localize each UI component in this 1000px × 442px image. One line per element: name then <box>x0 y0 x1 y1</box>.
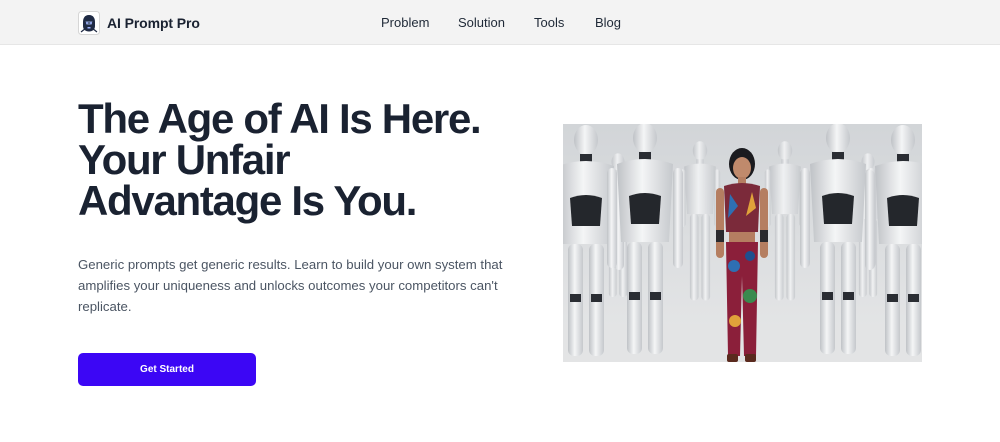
hero-title: The Age of AI Is Here. Your Unfair Advan… <box>78 95 548 224</box>
hero-title-line: Advantage Is You. <box>78 177 417 224</box>
woman-among-robots-image <box>563 124 922 362</box>
nav-link-blog[interactable]: Blog <box>595 15 621 30</box>
hero-subtitle: Generic prompts get generic results. Lea… <box>78 257 503 314</box>
main-nav: Problem Solution Tools Blog <box>0 0 1000 45</box>
nav-link-solution[interactable]: Solution <box>458 15 505 30</box>
hero-title-line: The Age of AI Is Here. <box>78 95 482 142</box>
top-navbar: AI Prompt Pro Problem Solution Tools Blo… <box>0 0 1000 45</box>
get-started-button[interactable]: Get Started <box>78 353 256 386</box>
nav-link-tools[interactable]: Tools <box>534 15 564 30</box>
nav-link-problem[interactable]: Problem <box>381 15 429 30</box>
hero-title-line: Your Unfair <box>78 136 291 183</box>
